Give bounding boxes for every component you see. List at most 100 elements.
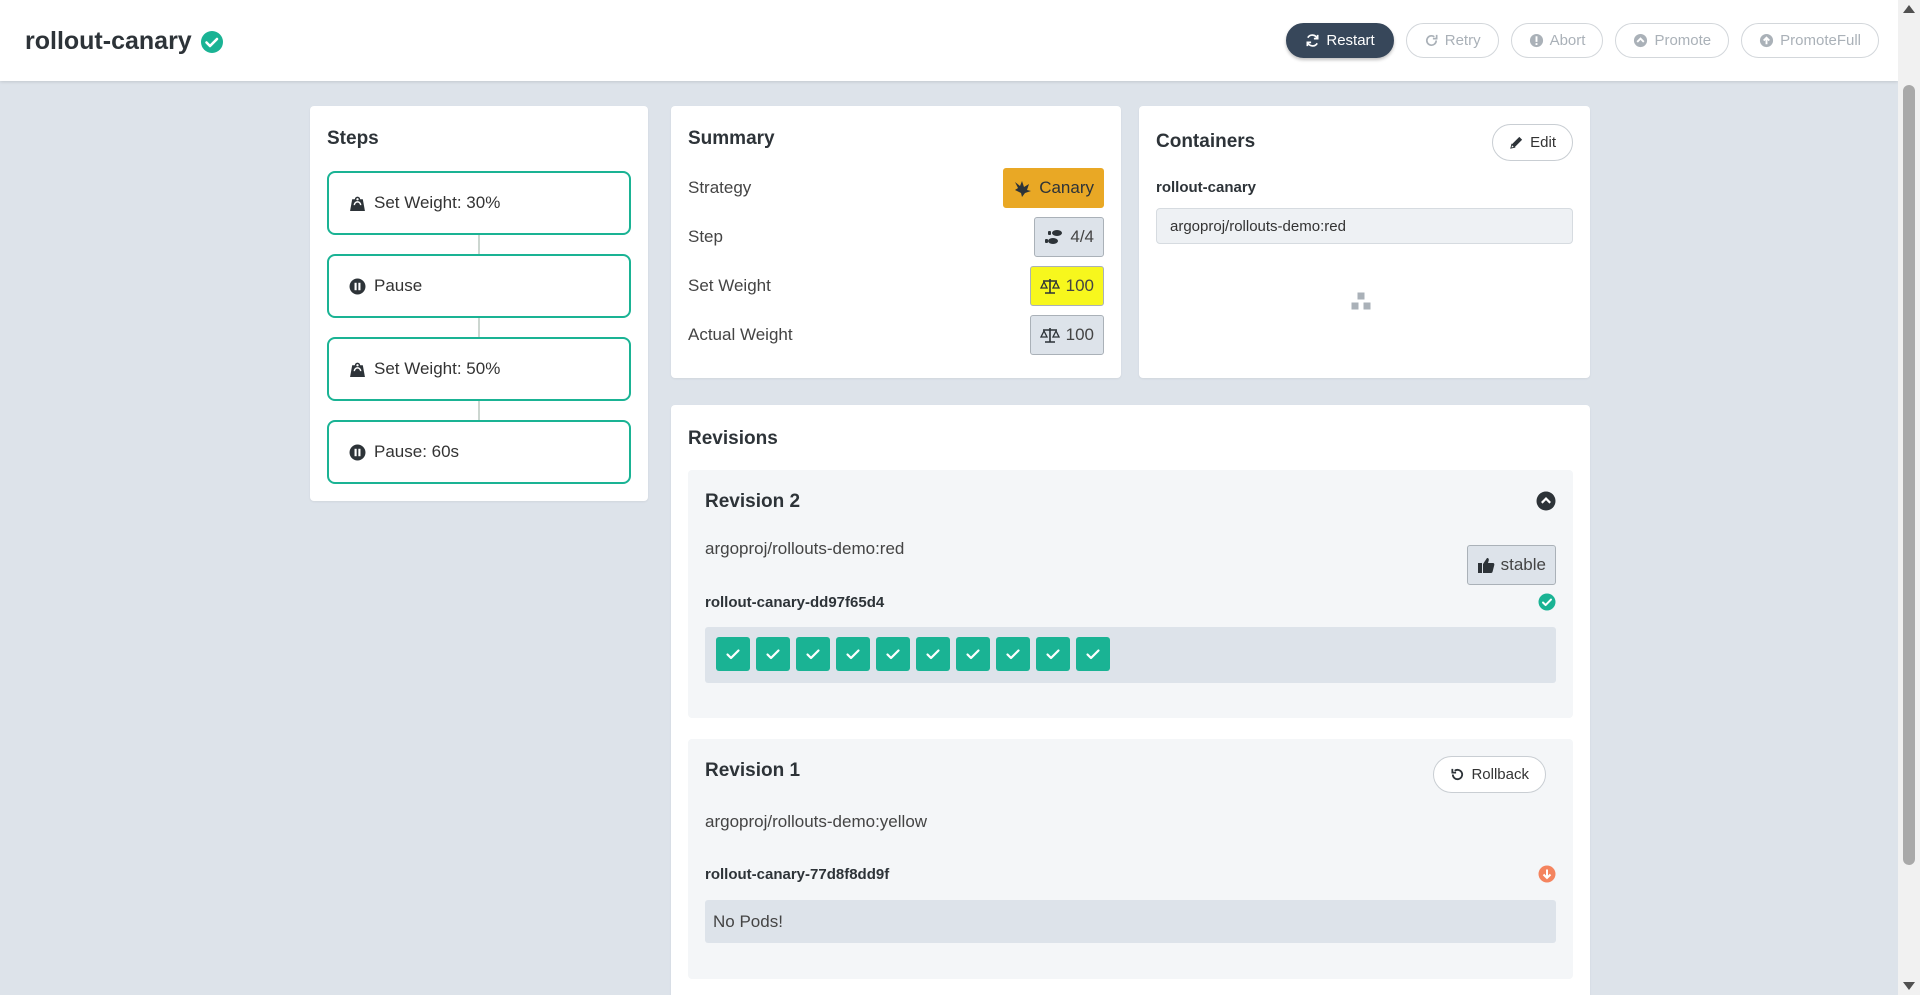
rollback-button[interactable]: Rollback bbox=[1433, 756, 1546, 793]
edit-button[interactable]: Edit bbox=[1492, 124, 1573, 161]
step-label: Pause: 60s bbox=[374, 442, 460, 461]
summary-label: Set Weight bbox=[688, 276, 771, 295]
healthy-check-icon bbox=[200, 30, 223, 53]
promote-full-button[interactable]: PromoteFull bbox=[1741, 23, 1879, 58]
retry-button[interactable]: Retry bbox=[1405, 23, 1499, 58]
promote-full-label: PromoteFull bbox=[1780, 32, 1861, 49]
step-pause-60s[interactable]: Pause: 60s bbox=[327, 420, 631, 484]
revision-image: argoproj/rollouts-demo:red bbox=[705, 539, 905, 558]
retry-label: Retry bbox=[1444, 32, 1481, 49]
replicaset-name: rollout-canary-dd97f65d4 bbox=[705, 594, 885, 611]
promote-label: Promote bbox=[1654, 32, 1712, 49]
pod-status[interactable] bbox=[756, 637, 790, 671]
strategy-value: Canary bbox=[1039, 178, 1094, 197]
containers-title: Containers bbox=[1156, 131, 1256, 152]
healthy-check-icon bbox=[1538, 593, 1556, 611]
check-icon bbox=[726, 649, 740, 660]
revision-image: argoproj/rollouts-demo:yellow bbox=[705, 812, 928, 831]
canary-bird-icon bbox=[1015, 181, 1032, 197]
chevron-circle-up-icon[interactable] bbox=[1536, 491, 1556, 511]
check-icon bbox=[1046, 649, 1060, 660]
pod-status[interactable] bbox=[796, 637, 830, 671]
edit-label: Edit bbox=[1530, 134, 1556, 151]
check-icon bbox=[966, 649, 980, 660]
pause-icon bbox=[349, 278, 366, 294]
pod-status[interactable] bbox=[916, 637, 950, 671]
step-connector bbox=[478, 401, 480, 420]
step-set-weight-30[interactable]: Set Weight: 30% bbox=[327, 171, 631, 235]
container-image-field: argoproj/rollouts-demo:red bbox=[1156, 208, 1573, 244]
step-set-weight-50[interactable]: Set Weight: 50% bbox=[327, 337, 631, 401]
set-weight-badge: 100 bbox=[1029, 266, 1104, 306]
revisions-panel: Revisions Revision 2 argoproj/rollouts-d… bbox=[671, 405, 1590, 995]
pods-container bbox=[705, 627, 1556, 683]
pencil-icon bbox=[1510, 136, 1523, 149]
set-weight-value: 100 bbox=[1065, 276, 1094, 295]
thumbs-up-icon bbox=[1477, 558, 1495, 573]
weight-icon bbox=[350, 362, 365, 377]
check-icon bbox=[886, 649, 900, 660]
scaled-down-arrow-icon bbox=[1538, 865, 1556, 883]
stable-label: stable bbox=[1500, 555, 1546, 574]
step-pause[interactable]: Pause bbox=[327, 254, 631, 318]
cubes-icon bbox=[1350, 291, 1372, 311]
summary-title: Summary bbox=[688, 128, 775, 149]
pod-status[interactable] bbox=[1076, 637, 1110, 671]
shoe-prints-icon bbox=[1045, 230, 1063, 244]
undo-icon bbox=[1451, 768, 1464, 781]
abort-button[interactable]: Abort bbox=[1510, 23, 1604, 58]
step-connector bbox=[478, 235, 480, 254]
rollout-actions: Restart Retry Abort Promote PromoteFull bbox=[1286, 23, 1879, 58]
scrollbar-thumb[interactable] bbox=[1903, 85, 1915, 865]
summary-panel: Summary Strategy Canary Step 4/4 Set Wei… bbox=[671, 106, 1121, 378]
pod-status[interactable] bbox=[956, 637, 990, 671]
summary-label: Step bbox=[688, 227, 723, 246]
summary-label: Actual Weight bbox=[688, 325, 793, 344]
pod-status[interactable] bbox=[876, 637, 910, 671]
pods-container: No Pods! bbox=[705, 900, 1556, 943]
actual-weight-badge: 100 bbox=[1029, 315, 1104, 355]
summary-row-actual-weight: Actual Weight 100 bbox=[688, 315, 1104, 355]
arrow-circle-up-icon bbox=[1760, 33, 1774, 48]
revisions-title: Revisions bbox=[688, 428, 778, 449]
promote-button[interactable]: Promote bbox=[1615, 23, 1730, 58]
steps-title: Steps bbox=[327, 128, 379, 149]
page-scrollbar[interactable] bbox=[1898, 0, 1920, 995]
check-icon bbox=[926, 649, 940, 660]
balance-scale-icon bbox=[1039, 328, 1060, 343]
no-pods-text: No Pods! bbox=[713, 911, 783, 931]
summary-row-strategy: Strategy Canary bbox=[688, 168, 1104, 208]
step-label: Set Weight: 30% bbox=[374, 193, 501, 212]
step-label: Set Weight: 50% bbox=[374, 359, 501, 378]
rollback-label: Rollback bbox=[1471, 766, 1529, 783]
containers-panel: Containers Edit rollout-canary argoproj/… bbox=[1139, 106, 1590, 378]
check-icon bbox=[766, 649, 780, 660]
pod-status[interactable] bbox=[836, 637, 870, 671]
exclamation-circle-icon bbox=[1529, 33, 1543, 48]
step-value: 4/4 bbox=[1070, 227, 1094, 246]
redo-icon bbox=[1425, 34, 1438, 47]
restart-button[interactable]: Restart bbox=[1286, 23, 1394, 58]
pause-icon bbox=[349, 444, 366, 460]
check-icon bbox=[1006, 649, 1020, 660]
page-title: rollout-canary bbox=[25, 27, 224, 56]
revision-card: Revision 1 Rollback argoproj/rollouts-de… bbox=[688, 739, 1573, 979]
scroll-up-arrow-icon[interactable] bbox=[1903, 5, 1915, 13]
pod-list bbox=[705, 627, 1556, 681]
check-icon bbox=[1086, 649, 1100, 660]
stable-badge: stable bbox=[1466, 545, 1556, 585]
abort-label: Abort bbox=[1549, 32, 1586, 49]
steps-panel: Steps Set Weight: 30% Pause Set Weight: … bbox=[310, 106, 648, 501]
pod-status[interactable] bbox=[716, 637, 750, 671]
pod-status[interactable] bbox=[996, 637, 1030, 671]
check-icon bbox=[846, 649, 860, 660]
replicaset-name: rollout-canary-77d8f8dd9f bbox=[705, 866, 890, 883]
summary-row-set-weight: Set Weight 100 bbox=[688, 266, 1104, 306]
weight-icon bbox=[350, 196, 365, 211]
scroll-down-arrow-icon[interactable] bbox=[1903, 982, 1915, 990]
pod-status[interactable] bbox=[1036, 637, 1070, 671]
sync-icon bbox=[1306, 34, 1319, 47]
balance-scale-icon bbox=[1039, 279, 1060, 294]
revision-title: Revision 1 bbox=[705, 760, 801, 781]
step-connector bbox=[478, 318, 480, 337]
